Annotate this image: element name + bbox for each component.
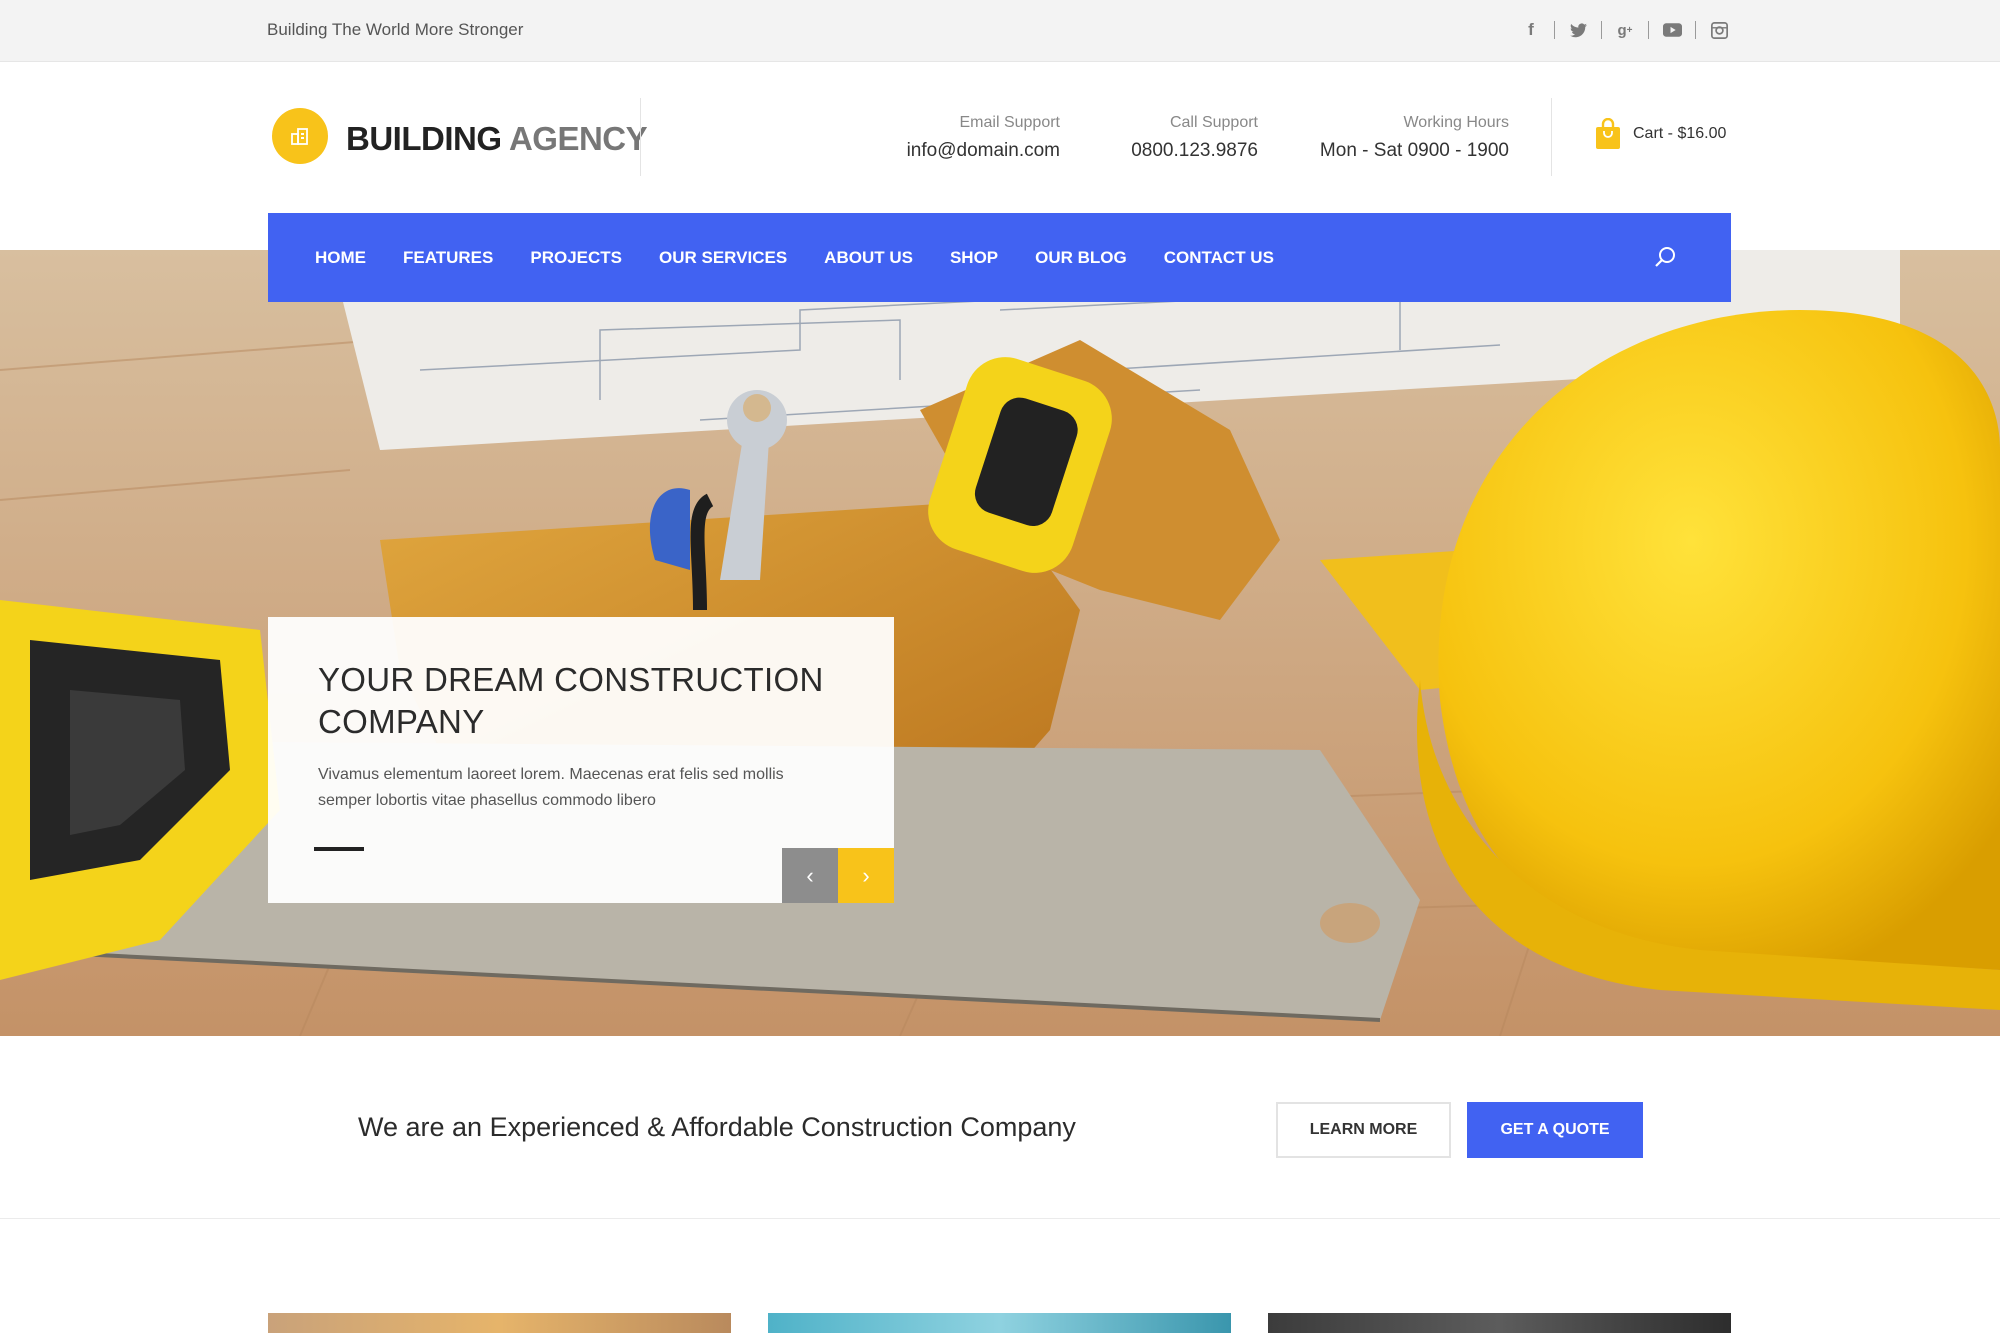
top-bar: Building The World More Stronger f g + [0, 0, 2000, 62]
hero-slider: YOUR DREAM CONSTRUCTION COMPANY Vivamus … [0, 250, 2000, 1036]
slider-prev-button[interactable]: ‹ [782, 848, 838, 903]
logo-text[interactable]: BUILDING AGENCY [346, 120, 648, 158]
email-label: Email Support [959, 114, 1061, 131]
project-thumbnail[interactable] [268, 1313, 731, 1333]
divider [1695, 21, 1696, 39]
section-divider [0, 1218, 2000, 1219]
cart-label: Cart - $16.00 [1633, 125, 1727, 142]
email-support: Email Support info@domain.com [907, 114, 1060, 162]
nav-item-projects[interactable]: PROJECTS [530, 248, 622, 268]
email-value[interactable]: info@domain.com [907, 140, 1060, 162]
main-navigation: HOME FEATURES PROJECTS OUR SERVICES ABOU… [268, 213, 1731, 302]
project-thumbnail[interactable] [768, 1313, 1231, 1333]
instagram-icon[interactable] [1708, 18, 1730, 42]
call-label: Call Support [1169, 114, 1258, 131]
hero-description: Vivamus elementum laoreet lorem. Maecena… [318, 766, 784, 809]
nav-item-about-us[interactable]: ABOUT US [824, 248, 913, 268]
facebook-icon[interactable]: f [1520, 18, 1542, 42]
hero-divider [314, 847, 364, 851]
logo-light: AGENCY [508, 120, 648, 157]
nav-item-shop[interactable]: SHOP [950, 248, 998, 268]
divider [640, 98, 641, 176]
project-thumbnail[interactable] [1268, 1313, 1731, 1333]
nav-menu: HOME FEATURES PROJECTS OUR SERVICES ABOU… [315, 213, 1311, 302]
slider-next-button[interactable]: › [838, 848, 894, 903]
twitter-icon[interactable] [1567, 18, 1589, 42]
logo-icon[interactable] [272, 108, 328, 164]
nav-item-home[interactable]: HOME [315, 248, 366, 268]
hero-title: YOUR DREAM CONSTRUCTION COMPANY [318, 661, 824, 740]
tagline: Building The World More Stronger [267, 20, 524, 39]
call-value[interactable]: 0800.123.9876 [1131, 140, 1258, 162]
cta-headline: We are an Experienced & Affordable Const… [358, 1112, 1076, 1142]
call-support: Call Support 0800.123.9876 [1131, 114, 1258, 162]
divider [1648, 21, 1649, 39]
chevron-right-icon: › [862, 862, 870, 888]
chevron-left-icon: ‹ [806, 862, 814, 888]
hours-value: Mon - Sat 0900 - 1900 [1319, 140, 1509, 161]
hero-caption-card: YOUR DREAM CONSTRUCTION COMPANY Vivamus … [268, 617, 894, 903]
shopping-bag-icon [1596, 118, 1620, 149]
nav-item-contact-us[interactable]: CONTACT US [1164, 248, 1274, 268]
google-plus-icon[interactable]: g + [1614, 18, 1636, 42]
nav-item-our-services[interactable]: OUR SERVICES [659, 248, 787, 268]
youtube-icon[interactable] [1661, 18, 1683, 42]
get-a-quote-button[interactable]: GET A QUOTE [1467, 1102, 1643, 1158]
nav-item-features[interactable]: FEATURES [403, 248, 493, 268]
divider [1551, 98, 1552, 176]
nav-item-our-blog[interactable]: OUR BLOG [1035, 248, 1127, 268]
social-links: f g + [1520, 18, 1730, 42]
hours-label: Working Hours [1403, 114, 1509, 131]
search-icon[interactable] [1653, 245, 1679, 271]
divider [1601, 21, 1602, 39]
working-hours: Working Hours Mon - Sat 0900 - 1900 [1320, 114, 1509, 162]
learn-more-button[interactable]: LEARN MORE [1276, 1102, 1451, 1158]
divider [1554, 21, 1555, 39]
logo-bold: BUILDING [346, 120, 502, 157]
cart-button[interactable]: Cart - $16.00 [1595, 118, 1726, 150]
